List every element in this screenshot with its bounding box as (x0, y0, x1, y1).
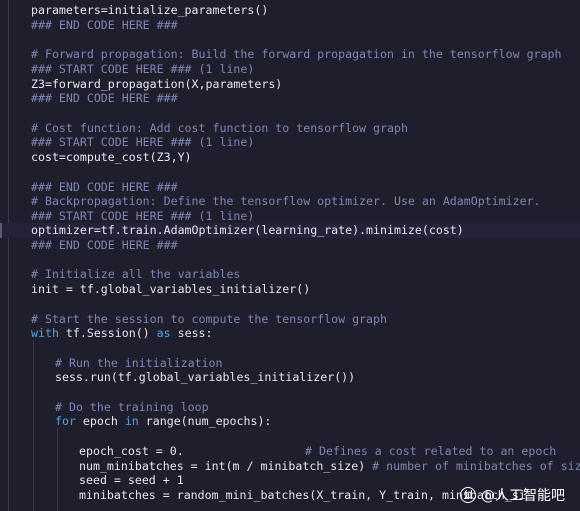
code-line[interactable]: init = tf.global_variables_initializer() (31, 282, 310, 297)
code-line[interactable]: # Cost function: Add cost function to te… (31, 121, 408, 136)
code-line[interactable]: ### END CODE HERE ### (31, 18, 178, 33)
code-line[interactable]: Z3=forward_propagation(X,parameters) (31, 77, 282, 92)
watermark: 知 @人工智能吧 (460, 486, 565, 504)
code-line[interactable]: # Backpropagation: Define the tensorflow… (31, 194, 541, 209)
code-line[interactable]: for epoch in range(num_epochs): (55, 414, 271, 429)
code-line[interactable]: # Forward propagation: Build the forward… (31, 47, 561, 62)
code-line[interactable]: minibatches = random_mini_batches(X_trai… (79, 488, 526, 503)
keyword: for (55, 414, 76, 428)
watermark-text: @人工智能吧 (481, 488, 565, 504)
code-line[interactable]: epoch_cost = 0. (79, 444, 184, 459)
code-line[interactable]: sess.run(tf.global_variables_initializer… (55, 370, 355, 385)
keyword: in (124, 414, 139, 428)
indent-guide (57, 428, 58, 511)
indent-guide (8, 0, 9, 511)
zhihu-logo-icon: 知 (460, 487, 476, 503)
code-line[interactable]: num_minibatches = int(m / minibatch_size… (79, 459, 580, 474)
keyword: as (156, 326, 171, 340)
code-line[interactable]: with tf.Session() as sess: (31, 326, 213, 341)
code-line[interactable]: ### START CODE HERE ### (1 line) (31, 62, 254, 77)
code-line[interactable]: cost=compute_cost(Z3,Y) (31, 150, 192, 165)
code-line[interactable]: # Do the training loop (55, 400, 209, 415)
code-editor[interactable]: parameters=initialize_parameters() ### E… (0, 0, 580, 511)
code-line[interactable]: ### END CODE HERE ### (31, 238, 178, 253)
code-line[interactable]: ### START CODE HERE ### (1 line) (31, 135, 254, 150)
code-line[interactable]: parameters=initialize_parameters() (31, 3, 268, 18)
code-line[interactable]: ### END CODE HERE ### (31, 180, 178, 195)
code-line[interactable]: # Run the initialization (55, 356, 223, 371)
code-line[interactable]: # Start the session to compute the tenso… (31, 312, 387, 327)
code-line[interactable]: ### START CODE HERE ### (1 line) (31, 209, 254, 224)
code-line[interactable]: # Initialize all the variables (31, 267, 240, 282)
keyword: with (31, 326, 59, 340)
inline-comment: # Defines a cost related to an epoch (305, 444, 557, 458)
code-line[interactable]: ### END CODE HERE ### (31, 91, 178, 106)
code-line[interactable]: optimizer=tf.train.AdamOptimizer(learnin… (31, 223, 464, 238)
indent-guide (33, 340, 34, 511)
code-line[interactable]: seed = seed + 1 (79, 473, 184, 488)
